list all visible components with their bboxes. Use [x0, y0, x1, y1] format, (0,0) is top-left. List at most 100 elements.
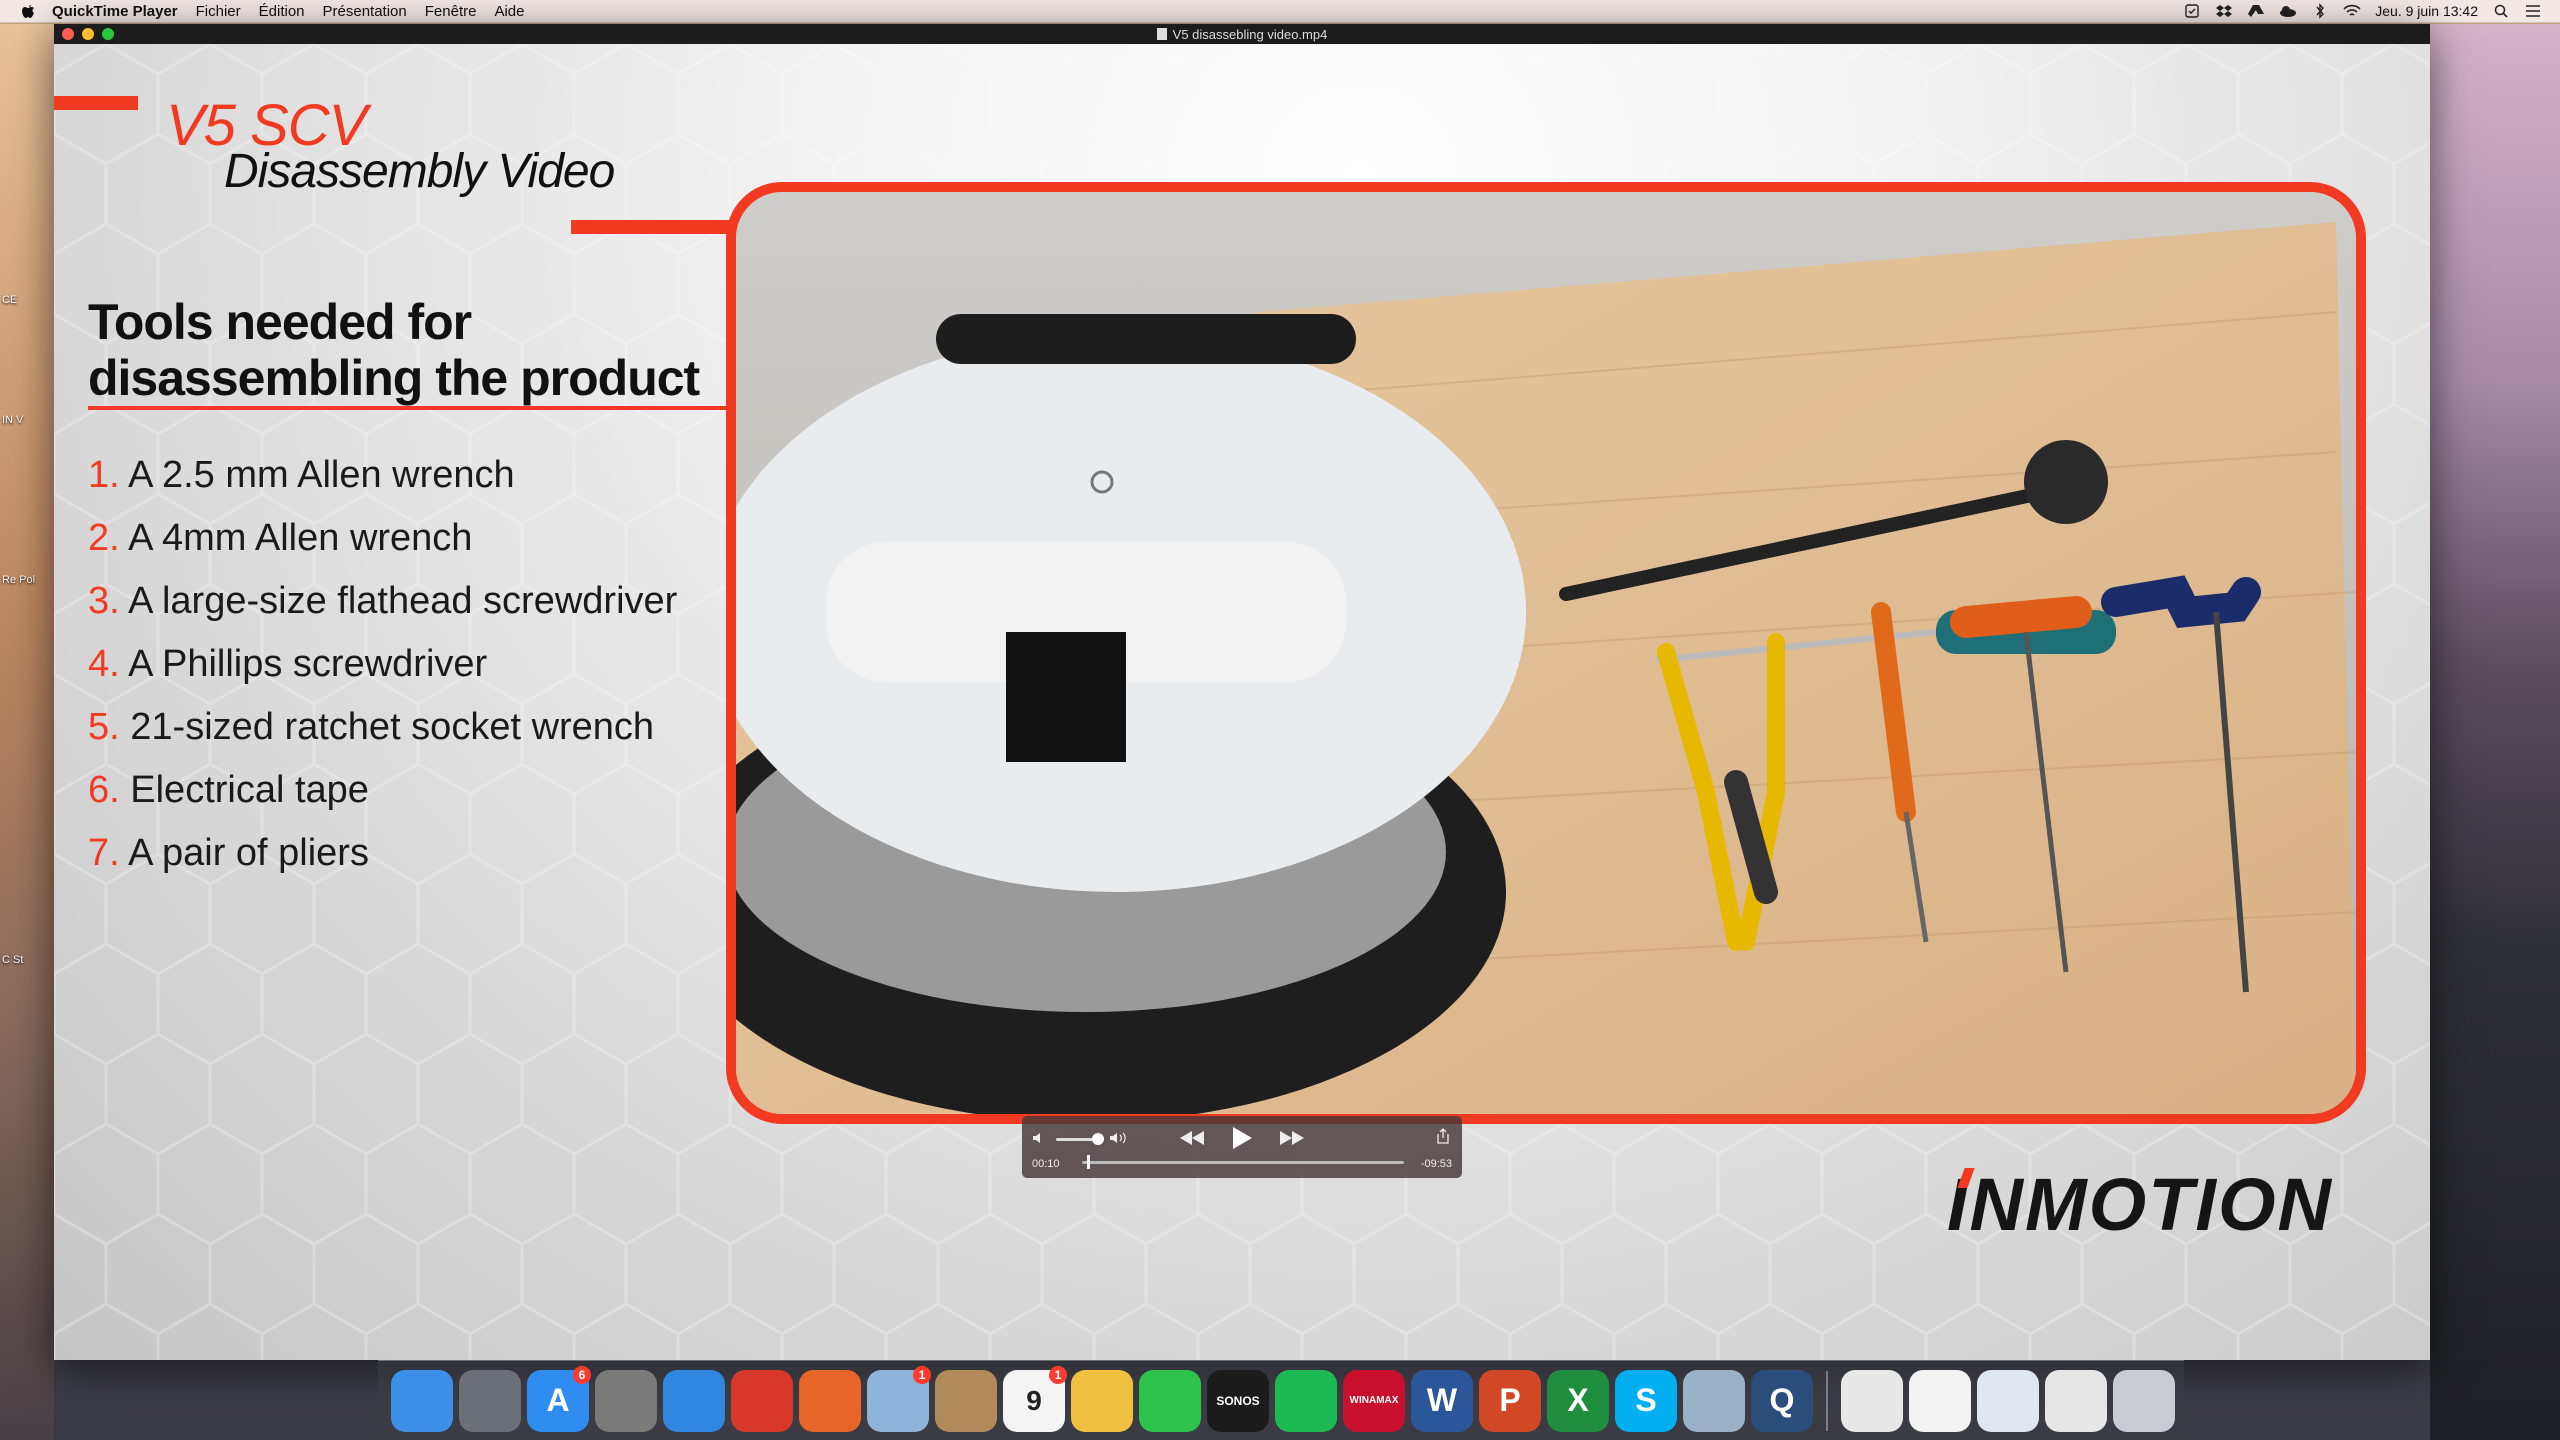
fullscreen-button[interactable]: [102, 28, 114, 40]
dock-mail-icon[interactable]: 1: [867, 1365, 931, 1432]
tool-text: A pair of pliers: [128, 832, 369, 874]
dock-launchpad-icon[interactable]: [459, 1369, 521, 1432]
notification-badge: 1: [913, 1365, 931, 1384]
volume-low-icon[interactable]: [1030, 1130, 1046, 1146]
share-icon[interactable]: [1434, 1126, 1452, 1146]
tools-list: 1. A 2.5 mm Allen wrench 2. A 4mm Allen …: [88, 444, 677, 885]
tool-item: 3. A large-size flathead screwdriver: [88, 570, 677, 633]
tool-text: A 4mm Allen wrench: [128, 517, 473, 559]
dock-excel-icon[interactable]: X: [1547, 1369, 1609, 1432]
desktop-file-label[interactable]: CE: [2, 294, 52, 306]
menu-clock[interactable]: Jeu. 9 juin 13:42: [2375, 3, 2478, 19]
menu-fichier[interactable]: Fichier: [196, 3, 241, 20]
slide-subtitle: Disassembly Video: [224, 145, 615, 198]
dock-system-preferences-icon[interactable]: [595, 1369, 657, 1432]
notification-badge: 1: [1049, 1365, 1067, 1384]
tool-text: 21-sized ratchet socket wrench: [130, 706, 655, 748]
dock-spotify-icon[interactable]: [1275, 1369, 1337, 1432]
dock-trash-icon[interactable]: [2113, 1369, 2175, 1432]
checklist-icon[interactable]: [2183, 3, 2201, 19]
menu-aide[interactable]: Aide: [494, 3, 524, 20]
dock-sonos-label: SONOS: [1216, 1393, 1260, 1408]
wifi-icon[interactable]: [2343, 3, 2361, 19]
dock-safari-icon[interactable]: [663, 1369, 725, 1432]
volume-high-icon[interactable]: [1108, 1130, 1128, 1146]
desktop-file-label[interactable]: Re Pol: [2, 574, 52, 586]
desktop-file-label[interactable]: IN V: [2, 414, 52, 426]
dock-word-label: W: [1426, 1382, 1458, 1418]
tools-heading-line1: Tools needed for: [88, 294, 472, 350]
dock-calendar-label: 9: [1026, 1384, 1042, 1416]
minimize-button[interactable]: [82, 28, 94, 40]
cloud-icon[interactable]: [2279, 3, 2297, 19]
fast-forward-button[interactable]: [1278, 1126, 1306, 1150]
dock-chrome-icon[interactable]: [731, 1369, 793, 1432]
window-title: V5 disassebling video.mp4: [1172, 26, 1328, 42]
dock-preview-icon[interactable]: [1683, 1369, 1745, 1432]
document-icon: [1156, 28, 1167, 40]
volume-slider-knob[interactable]: [1092, 1133, 1104, 1145]
dock-firefox-icon[interactable]: [799, 1369, 861, 1432]
dock-finder-icon[interactable]: [391, 1369, 453, 1432]
bluetooth-icon[interactable]: [2311, 3, 2329, 19]
tool-item: 7. A pair of pliers: [88, 822, 677, 885]
window-title-bar[interactable]: V5 disassebling video.mp4: [54, 24, 2430, 44]
close-button[interactable]: [62, 28, 74, 40]
desktop-file-label[interactable]: C St: [2, 954, 52, 966]
dock-powerpoint-icon[interactable]: P: [1479, 1369, 1541, 1432]
tool-item: 5. 21-sized ratchet socket wrench: [88, 696, 677, 759]
dock-app-store-label: A: [546, 1382, 570, 1418]
video-content[interactable]: V5 SCV Disassembly Video Tools needed fo…: [54, 44, 2430, 1360]
tool-item: 1. A 2.5 mm Allen wrench: [88, 444, 677, 507]
tools-heading-line2: disassembling the product: [88, 350, 700, 406]
dock-facetime-icon[interactable]: [1139, 1369, 1201, 1432]
dock-winamax-icon[interactable]: WINAMAX: [1343, 1369, 1405, 1432]
drive-icon[interactable]: [2247, 3, 2265, 19]
accent-bar: [54, 96, 138, 110]
dropbox-icon[interactable]: [2215, 3, 2233, 19]
dock-calendar-icon[interactable]: 91: [1003, 1365, 1067, 1432]
tool-number: 2.: [88, 517, 120, 559]
dock-powerpoint-label: P: [1499, 1382, 1521, 1418]
apple-menu-icon[interactable]: [18, 2, 38, 20]
tool-text: Electrical tape: [130, 769, 369, 811]
rewind-button[interactable]: [1178, 1126, 1206, 1150]
remaining-time: -09:53: [1420, 1158, 1452, 1170]
tools-photo: [736, 192, 2356, 1114]
playhead[interactable]: [1087, 1155, 1091, 1169]
dock-photos-icon[interactable]: [1071, 1369, 1133, 1432]
desktop-wallpaper-right: [2430, 24, 2560, 1440]
tool-number: 5.: [88, 706, 120, 748]
timeline-scrubber[interactable]: [1082, 1161, 1404, 1164]
dock-skype-icon[interactable]: S: [1615, 1369, 1677, 1432]
dock-sonos-icon[interactable]: SONOS: [1207, 1369, 1269, 1432]
play-button[interactable]: [1228, 1124, 1256, 1152]
tool-number: 1.: [88, 454, 120, 496]
dock-app-store-icon[interactable]: A6: [527, 1365, 591, 1432]
app-menu[interactable]: QuickTime Player: [52, 3, 178, 20]
tool-item: 2. A 4mm Allen wrench: [88, 507, 677, 570]
tool-text: A large-size flathead screwdriver: [128, 580, 678, 622]
dock-quicktime-label: Q: [1769, 1382, 1795, 1418]
playback-controls: 00:10 -09:53: [1022, 1116, 1462, 1178]
dock-doc-window2-icon[interactable]: [2045, 1369, 2107, 1432]
dock-doc-window1-icon[interactable]: [1977, 1369, 2039, 1432]
dock-excel-label: X: [1567, 1382, 1589, 1418]
tool-item: 6. Electrical tape: [88, 759, 677, 822]
notification-badge: 6: [573, 1365, 591, 1384]
dock-word-icon[interactable]: W: [1411, 1369, 1473, 1432]
menu-edition[interactable]: Édition: [259, 3, 305, 20]
dock-quicktime-icon[interactable]: Q: [1751, 1369, 1813, 1432]
list-icon[interactable]: [2524, 3, 2542, 19]
dock-contacts-icon[interactable]: [935, 1369, 997, 1432]
dock-doc-scan-icon[interactable]: [1909, 1369, 1971, 1432]
menu-fenetre[interactable]: Fenêtre: [425, 3, 477, 20]
tool-number: 3.: [88, 580, 120, 622]
tool-text: A Phillips screwdriver: [128, 643, 488, 685]
menu-presentation[interactable]: Présentation: [323, 3, 407, 20]
dock-doc-pdf-icon[interactable]: [1841, 1369, 1903, 1432]
search-icon[interactable]: [2492, 3, 2510, 19]
brand-logo: INMOTION: [1947, 1162, 2333, 1247]
menu-bar: QuickTime Player Fichier Édition Présent…: [0, 0, 2560, 23]
dock: A 6 1 9 1 SONOS WINAMAX W P X S Q: [378, 1360, 2184, 1440]
